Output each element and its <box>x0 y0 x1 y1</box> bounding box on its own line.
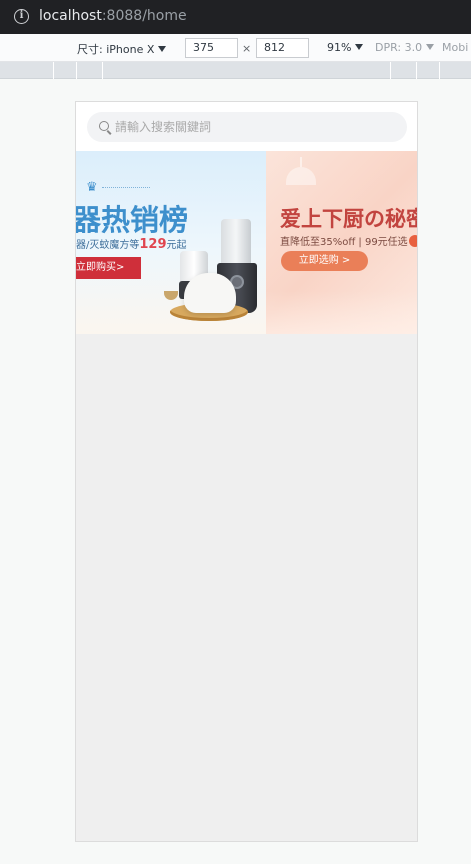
decorative-divider <box>102 187 150 188</box>
ruler-tick[interactable] <box>102 62 103 79</box>
crown-icon: ♛ <box>86 180 98 195</box>
height-input[interactable]: 812 <box>256 38 309 58</box>
slide-subtitle-text: 直降低至35%off | 99元任选 <box>280 237 408 248</box>
zoom-select[interactable]: 91% <box>327 41 364 54</box>
slide-title: 器热销榜 <box>76 203 189 237</box>
mode-select[interactable]: Mobi <box>442 41 468 54</box>
banner-slide-appliances[interactable]: ♛ 器热销榜 器/灭蚊魔方等129元起 立即购买> <box>76 151 266 334</box>
ruler-tick[interactable] <box>390 62 391 79</box>
device-select[interactable]: 尺寸: iPhone X <box>77 41 167 57</box>
device-toolbar: 尺寸: iPhone X 375 × 812 91% DPR: 3.0 Mobi <box>0 34 471 62</box>
url-path: :8088/home <box>101 8 187 24</box>
device-select-label: 尺寸: iPhone X <box>77 43 155 56</box>
banner-carousel[interactable]: ♛ 器热销榜 器/灭蚊魔方等129元起 立即购买> 爱上下厨の秘密 直降低至35… <box>76 151 417 334</box>
ruler-tick[interactable] <box>76 62 77 79</box>
slide-subtitle: 器/灭蚊魔方等129元起 <box>76 236 187 252</box>
ruler-tick[interactable] <box>439 62 440 79</box>
search-input[interactable] <box>115 118 395 136</box>
slide-background-decor <box>266 291 417 334</box>
chevron-down-icon <box>158 46 167 52</box>
badge-icon <box>408 235 417 247</box>
search-icon <box>99 121 109 131</box>
dimension-separator: × <box>242 42 252 55</box>
zoom-select-label: 91% <box>327 41 352 54</box>
dpr-select-label: DPR: 3.0 <box>375 41 423 54</box>
info-icon[interactable]: i <box>14 9 29 24</box>
slide-title: 爱上下厨の秘密 <box>280 207 417 231</box>
media-query-ruler <box>0 62 471 79</box>
bowl-image <box>164 291 178 300</box>
device-viewport: ♛ 器热销榜 器/灭蚊魔方等129元起 立即购买> 爱上下厨の秘密 直降低至35… <box>75 101 418 842</box>
slide-price: 129 <box>139 237 167 252</box>
slide-subtitle-suffix: 元起 <box>166 240 187 251</box>
slide-subtitle: 直降低至35%off | 99元任选 <box>280 233 417 248</box>
ruler-tick[interactable] <box>53 62 54 79</box>
search-bar[interactable] <box>87 112 407 142</box>
ruler-tick[interactable] <box>416 62 417 79</box>
url-host: localhost <box>39 8 102 24</box>
chevron-down-icon <box>355 44 364 50</box>
address-url[interactable]: localhost:8088/home <box>39 8 187 24</box>
buy-now-button[interactable]: 立即购买> <box>76 257 141 279</box>
chevron-down-icon <box>426 44 435 50</box>
slide-subtitle-prefix: 器/灭蚊魔方等 <box>76 240 140 251</box>
browser-address-bar: i localhost:8088/home <box>0 0 471 34</box>
dpr-select[interactable]: DPR: 3.0 <box>375 41 435 54</box>
blender-jar-image <box>221 219 251 267</box>
banner-slide-kitchen[interactable]: 爱上下厨の秘密 直降低至35%off | 99元任选 立即选购 > <box>266 151 417 334</box>
humidifier-image <box>184 273 236 313</box>
shop-now-button[interactable]: 立即选购 > <box>281 251 368 271</box>
search-header <box>76 102 417 151</box>
lamp-icon <box>286 157 316 185</box>
width-input[interactable]: 375 <box>185 38 238 58</box>
